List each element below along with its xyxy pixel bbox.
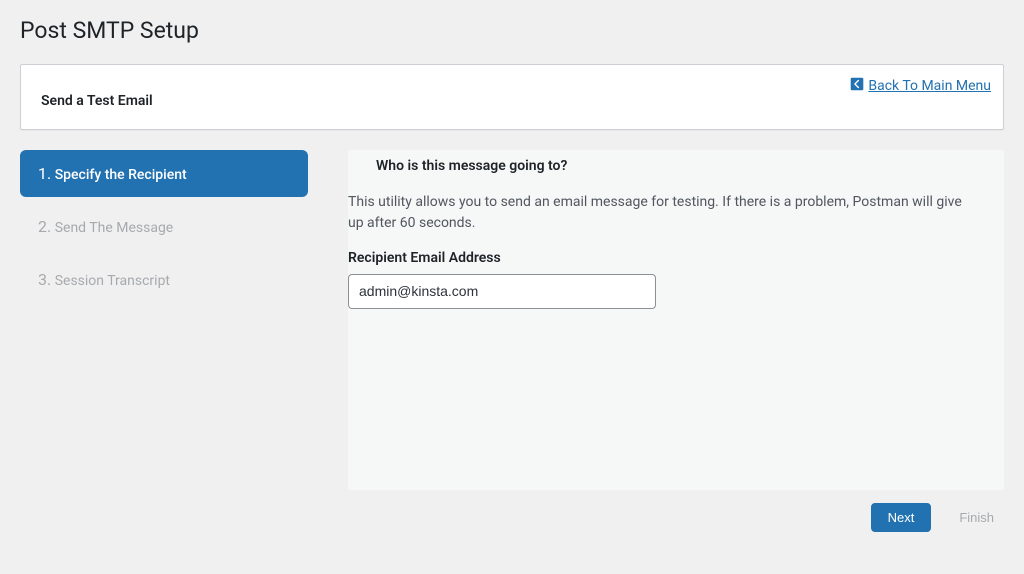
step-label: Session Transcript: [55, 273, 170, 289]
recipient-email-input[interactable]: [348, 274, 656, 309]
recipient-email-label: Recipient Email Address: [348, 250, 1004, 266]
back-to-main-menu-link[interactable]: Back To Main Menu: [850, 77, 991, 95]
step-number: 2.: [38, 217, 51, 236]
step-specify-recipient[interactable]: 1. Specify the Recipient: [20, 150, 308, 197]
step-label: Specify the Recipient: [55, 167, 187, 183]
step-label: Send The Message: [55, 220, 174, 236]
page-title: Post SMTP Setup: [20, 15, 1004, 49]
step-number: 3.: [38, 270, 51, 289]
step-number: 1.: [38, 164, 51, 183]
finish-button: Finish: [949, 504, 1004, 531]
steps-sidebar: 1. Specify the Recipient 2. Send The Mes…: [20, 150, 308, 309]
arrow-left-icon: [850, 77, 864, 95]
wizard-button-row: Next Finish: [871, 503, 1004, 532]
step-send-message[interactable]: 2. Send The Message: [20, 203, 308, 250]
next-button[interactable]: Next: [871, 503, 932, 532]
content-description: This utility allows you to send an email…: [348, 192, 1004, 234]
back-link-label: Back To Main Menu: [868, 78, 991, 94]
step-session-transcript[interactable]: 3. Session Transcript: [20, 256, 308, 303]
wizard-container: 1. Specify the Recipient 2. Send The Mes…: [20, 150, 1004, 490]
content-heading: Who is this message going to?: [348, 150, 1004, 192]
wizard-content: Who is this message going to? This utili…: [348, 150, 1004, 490]
header-panel: Back To Main Menu Send a Test Email: [20, 64, 1004, 130]
section-title: Send a Test Email: [41, 93, 983, 109]
